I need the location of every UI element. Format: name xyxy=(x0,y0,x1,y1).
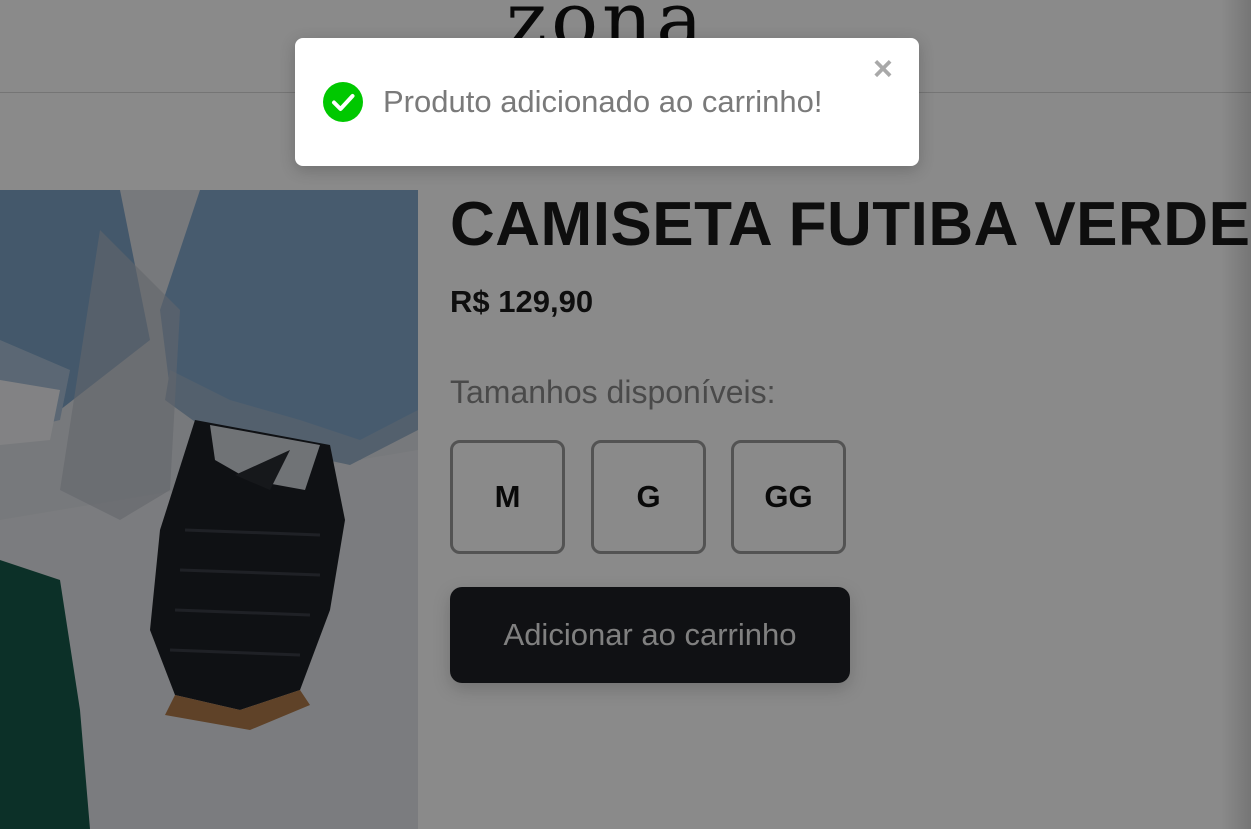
check-circle-icon xyxy=(323,82,363,122)
toast-notification: Produto adicionado ao carrinho! × xyxy=(295,38,919,166)
toast-message: Produto adicionado ao carrinho! xyxy=(383,84,823,119)
product-page: zona CAMISETA FUTIBA VERDE R$ 129,90 Tam… xyxy=(0,0,1251,829)
close-icon[interactable]: × xyxy=(873,52,893,86)
side-panel-shadow xyxy=(1221,0,1251,829)
